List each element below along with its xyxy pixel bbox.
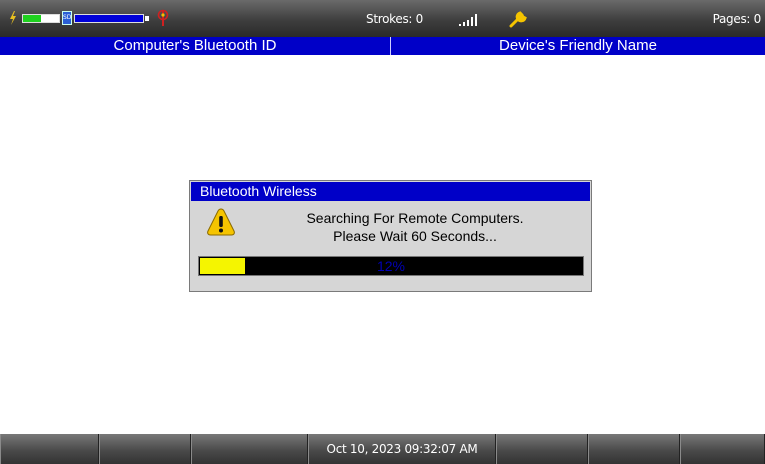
signal-strength-icon [459, 14, 477, 26]
soft-key-4[interactable] [496, 434, 588, 464]
dialog-message-line2: Please Wait 60 Seconds... [333, 228, 497, 244]
warning-icon [207, 208, 235, 236]
bluetooth-search-dialog: Bluetooth Wireless Searching For Remote … [189, 180, 592, 292]
search-progress-bar: 12% [198, 256, 584, 276]
usb-icon [157, 9, 169, 26]
progress-percent: 12% [376, 258, 406, 274]
column-header-computer-id[interactable]: Computer's Bluetooth ID [0, 37, 390, 55]
device-list-header: Computer's Bluetooth ID Device's Friendl… [0, 37, 765, 55]
soft-key-6[interactable] [680, 434, 765, 464]
dialog-message: Searching For Remote Computers. Please W… [250, 209, 580, 245]
strokes-count: Strokes: 0 [366, 12, 423, 26]
status-bar: SD Strokes: 0 Pages: 0 [0, 0, 765, 37]
soft-key-3[interactable] [191, 434, 308, 464]
soft-key-5[interactable] [588, 434, 680, 464]
storage-bar-cap [145, 16, 149, 21]
wrench-icon[interactable] [508, 10, 528, 28]
pages-count: Pages: 0 [712, 12, 762, 26]
battery-charging-icon [10, 11, 16, 25]
battery-level-bar [22, 14, 60, 23]
date-time-display: Oct 10, 2023 09:32:07 AM [308, 434, 496, 464]
sd-card-icon: SD [62, 11, 72, 25]
bottom-soft-key-bar: Oct 10, 2023 09:32:07 AM [0, 434, 765, 464]
column-header-friendly-name[interactable]: Device's Friendly Name [391, 37, 765, 55]
storage-level-bar [74, 14, 144, 23]
soft-key-2[interactable] [99, 434, 191, 464]
dialog-message-line1: Searching For Remote Computers. [306, 210, 524, 226]
soft-key-1[interactable] [0, 434, 99, 464]
dialog-title: Bluetooth Wireless [191, 182, 590, 201]
